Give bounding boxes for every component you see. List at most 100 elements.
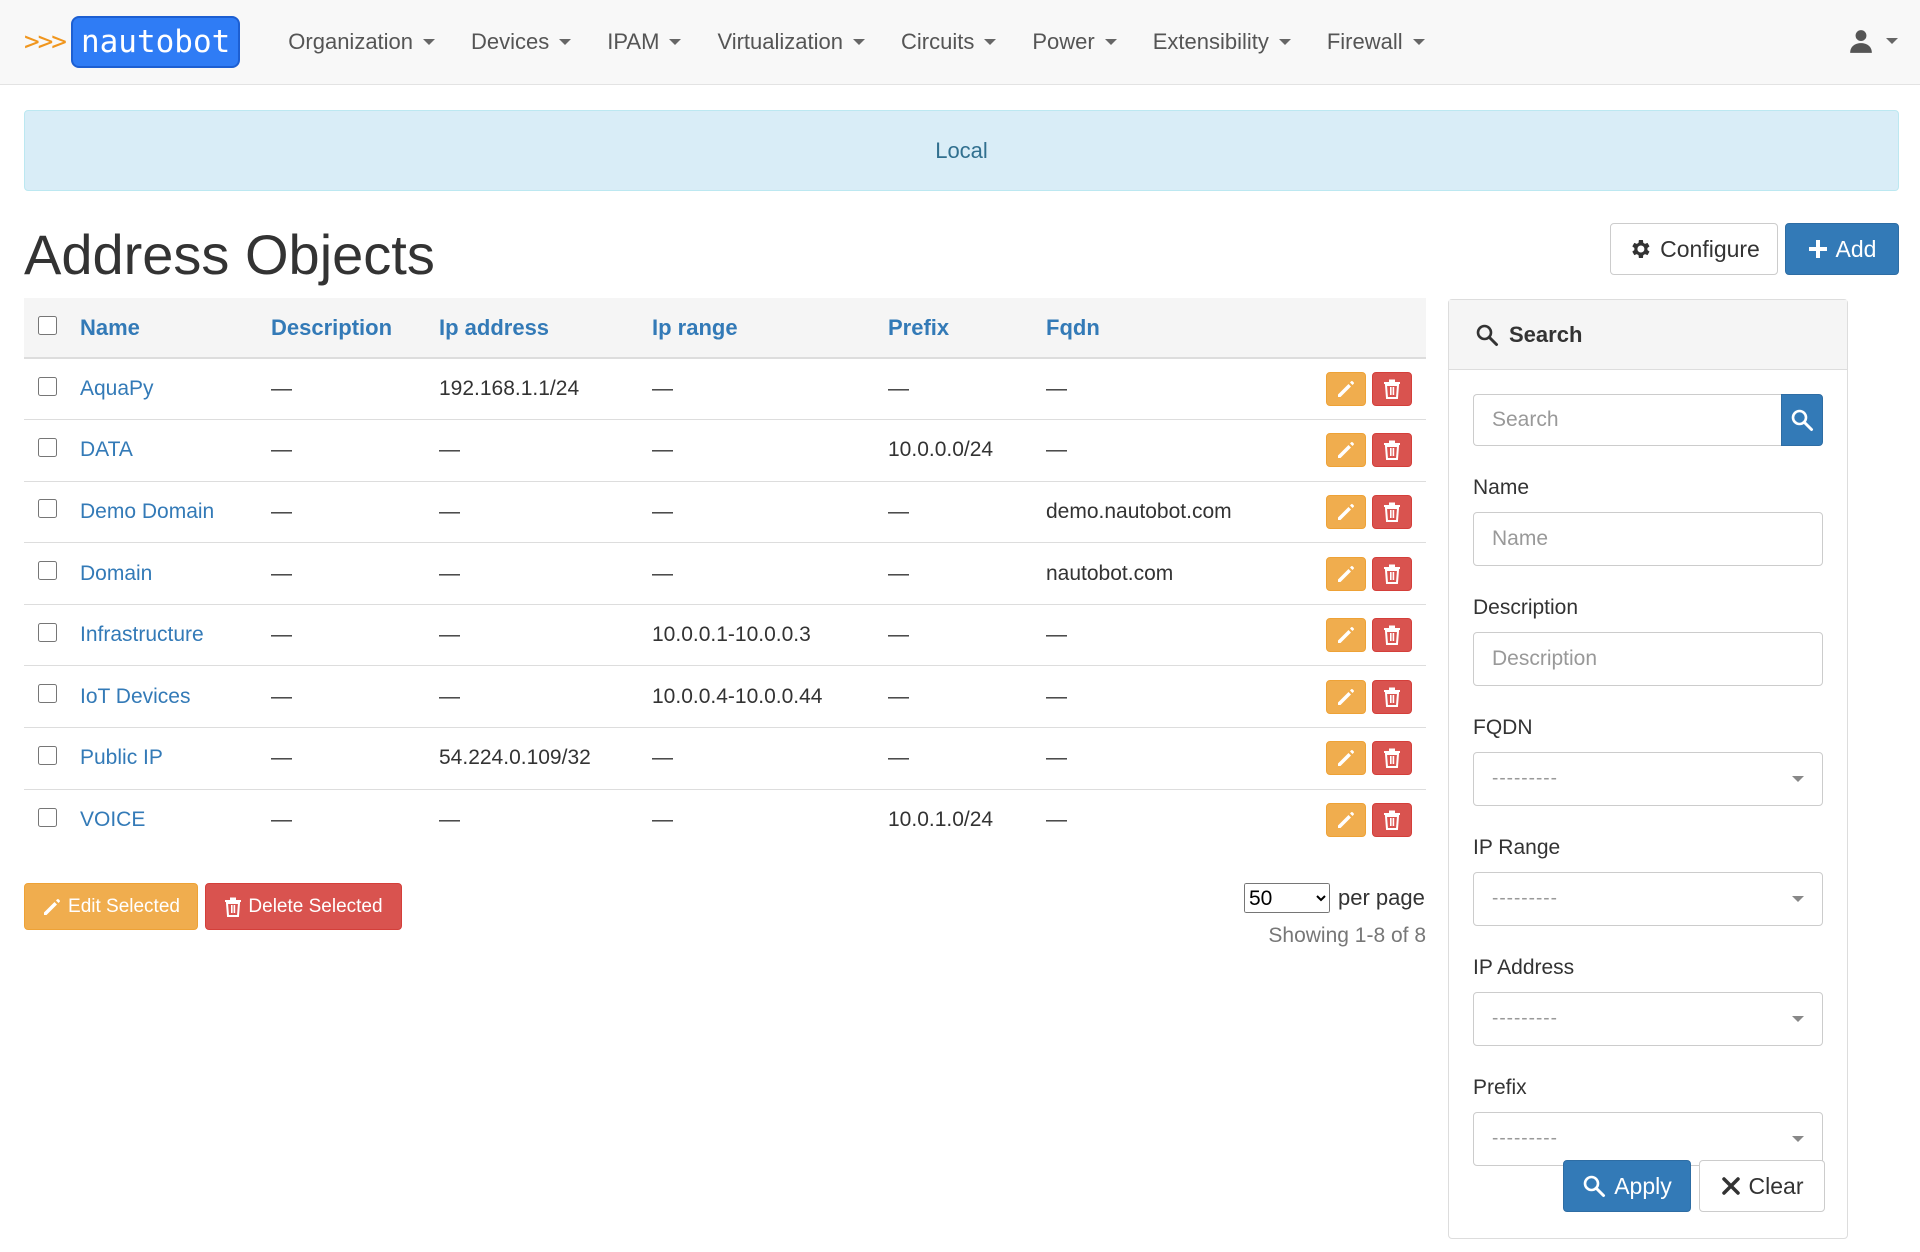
delete-row-button[interactable] — [1372, 372, 1412, 407]
per-page-select[interactable]: 50 — [1244, 883, 1330, 913]
select-all-checkbox[interactable] — [38, 315, 57, 335]
row-checkbox[interactable] — [38, 499, 57, 519]
column-header-name[interactable]: Name — [80, 298, 271, 358]
edit-row-button[interactable] — [1326, 433, 1366, 468]
delete-row-button[interactable] — [1372, 741, 1412, 776]
trash-icon — [1384, 564, 1400, 584]
cell-ip-address: 192.168.1.1/24 — [439, 377, 580, 401]
ip-range-filter-select[interactable]: --------- — [1473, 872, 1823, 926]
delete-row-button[interactable] — [1372, 433, 1412, 468]
edit-row-button[interactable] — [1326, 494, 1366, 529]
trash-icon — [1384, 625, 1400, 646]
nav-extensibility[interactable]: Extensibility — [1135, 29, 1309, 55]
delete-row-button[interactable] — [1372, 494, 1412, 529]
object-name-link[interactable]: Domain — [80, 562, 152, 585]
object-name-link[interactable]: VOICE — [80, 808, 145, 831]
edit-row-button[interactable] — [1326, 618, 1366, 653]
row-select-cell — [24, 789, 80, 851]
cell-prefix: 10.0.1.0/24 — [888, 808, 994, 832]
object-name-link[interactable]: DATA — [80, 438, 133, 461]
object-name-link[interactable]: Infrastructure — [80, 623, 204, 646]
pencil-icon — [1338, 565, 1354, 582]
fqdn-filter-select[interactable]: --------- — [1473, 752, 1823, 806]
nav-ipam[interactable]: IPAM — [589, 29, 699, 55]
caret-down-icon — [853, 39, 865, 45]
cell-description: — — [271, 808, 292, 832]
column-header-fqdn[interactable]: Fqdn — [1046, 298, 1296, 358]
cell-fqdn: — — [1046, 438, 1067, 462]
row-checkbox[interactable] — [38, 622, 57, 642]
caret-down-icon — [1412, 39, 1425, 45]
nav-virtualization[interactable]: Virtualization — [699, 29, 883, 55]
delete-selected-button[interactable]: Delete Selected — [205, 883, 402, 930]
column-header-description[interactable]: Description — [271, 298, 439, 358]
cell-ip-address: — — [439, 684, 460, 708]
cell-name: IoT Devices — [80, 666, 271, 728]
ip-address-filter-label: IP Address — [1473, 956, 1575, 979]
row-actions — [1296, 666, 1426, 728]
row-checkbox[interactable] — [38, 561, 57, 581]
quick-search-input[interactable] — [1473, 394, 1781, 446]
delete-row-button[interactable] — [1372, 679, 1412, 714]
row-checkbox[interactable] — [38, 807, 57, 827]
prefix-filter-select[interactable]: --------- — [1473, 1112, 1823, 1166]
add-label: Add — [1835, 235, 1877, 262]
nav-circuits[interactable]: Circuits — [883, 29, 1014, 55]
select-value: --------- — [1492, 1128, 1558, 1149]
select-all-cell — [24, 298, 80, 358]
object-name-link[interactable]: AquaPy — [80, 377, 154, 400]
cell-fqdn: — — [1046, 808, 1067, 832]
edit-selected-button[interactable]: Edit Selected — [24, 883, 198, 930]
nav-label: Extensibility — [1152, 29, 1269, 54]
nav-power[interactable]: Power — [1014, 29, 1134, 55]
row-checkbox[interactable] — [38, 684, 57, 704]
edit-row-button[interactable] — [1326, 372, 1366, 407]
search-panel: Search Name Description FQDN --------- I… — [1448, 299, 1848, 1239]
plus-icon — [1808, 240, 1827, 258]
cell-name: Infrastructure — [80, 604, 271, 666]
object-name-link[interactable]: Demo Domain — [80, 500, 214, 523]
edit-row-button[interactable] — [1326, 803, 1366, 838]
object-name-link[interactable]: IoT Devices — [80, 685, 191, 708]
pencil-icon — [44, 898, 61, 915]
add-button[interactable]: Add — [1785, 223, 1899, 275]
quick-search-button[interactable] — [1781, 394, 1823, 446]
configure-label: Configure — [1660, 235, 1760, 262]
per-page-control: 50 per page — [1244, 883, 1425, 913]
cell-fqdn: demo.nautobot.com — [1046, 499, 1232, 523]
column-label: Fqdn — [1046, 314, 1100, 340]
select-value: --------- — [1492, 1008, 1558, 1029]
ip-address-filter-select[interactable]: --------- — [1473, 992, 1823, 1046]
delete-row-button[interactable] — [1372, 803, 1412, 838]
row-checkbox[interactable] — [38, 376, 57, 396]
table-body: AquaPy — 192.168.1.1/24 — — — DATA — — — 10.0.0.0/… — [24, 358, 1426, 851]
clear-button[interactable]: Clear — [1699, 1160, 1825, 1212]
gear-icon — [1632, 240, 1650, 258]
nav-label: IPAM — [607, 29, 660, 54]
apply-button[interactable]: Apply — [1563, 1160, 1691, 1212]
description-filter-input[interactable] — [1473, 632, 1823, 686]
edit-row-button[interactable] — [1326, 679, 1366, 714]
nav-firewall[interactable]: Firewall — [1309, 29, 1443, 55]
edit-row-button[interactable] — [1326, 556, 1366, 591]
column-header-ip-address[interactable]: Ip address — [439, 298, 652, 358]
column-header-ip-range[interactable]: Ip range — [652, 298, 888, 358]
user-menu[interactable] — [1848, 28, 1898, 54]
cell-ip-address: — — [439, 438, 460, 462]
row-checkbox[interactable] — [38, 437, 57, 457]
name-filter-input[interactable] — [1473, 512, 1823, 566]
row-checkbox[interactable] — [38, 745, 57, 765]
object-name-link[interactable]: Public IP — [80, 746, 163, 769]
delete-row-button[interactable] — [1372, 618, 1412, 653]
nav-devices[interactable]: Devices — [453, 29, 589, 55]
delete-row-button[interactable] — [1372, 556, 1412, 591]
ip-range-filter-label: IP Range — [1473, 836, 1561, 859]
column-label: Name — [80, 314, 140, 340]
cell-prefix: 10.0.0.0/24 — [888, 438, 994, 462]
configure-button[interactable]: Configure — [1610, 223, 1778, 275]
nav-label: Virtualization — [717, 29, 843, 54]
brand-logo[interactable]: >>> nautobot — [24, 16, 241, 68]
column-header-prefix[interactable]: Prefix — [888, 298, 1046, 358]
edit-row-button[interactable] — [1326, 741, 1366, 776]
nav-organization[interactable]: Organization — [270, 29, 453, 55]
